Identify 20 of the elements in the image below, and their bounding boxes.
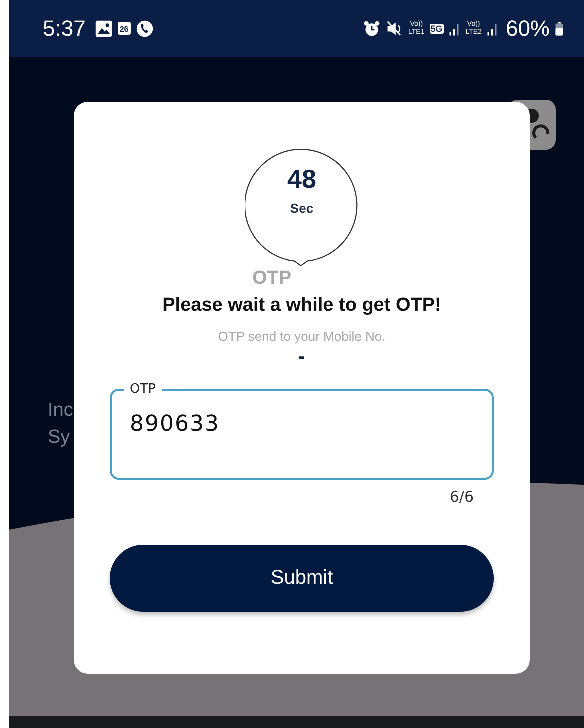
otp-input-field[interactable]: OTP 890633 [110, 382, 494, 480]
battery-percent: 60% [506, 16, 550, 42]
timer-unit: Sec [290, 201, 314, 216]
phone-icon [136, 20, 154, 38]
dialog-subtitle: OTP send to your Mobile No. [218, 329, 386, 344]
otp-heading: OTP [252, 268, 292, 290]
background-text: Inc [48, 399, 74, 423]
dialog-title: Please wait a while to get OTP! [162, 295, 442, 317]
mute-icon [386, 20, 404, 38]
clock-time: 5:37 [43, 16, 86, 42]
alarm-icon [362, 20, 380, 38]
image-icon [94, 20, 113, 38]
network-type-label: 5G [430, 24, 444, 34]
mobile-number: - [298, 346, 306, 369]
background-text: Sy [48, 426, 70, 450]
submit-button[interactable]: Submit [110, 545, 494, 612]
calendar-icon: 26 [118, 22, 131, 35]
character-counter: 6/6 [450, 488, 474, 506]
timer-seconds: 48 [288, 164, 316, 195]
battery-icon [555, 20, 564, 38]
